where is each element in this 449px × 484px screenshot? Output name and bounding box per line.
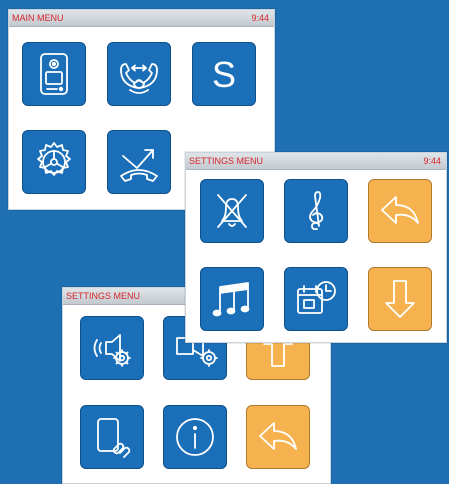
back-button[interactable] — [368, 179, 432, 243]
speaker-settings-button[interactable] — [80, 316, 144, 380]
date-time-button[interactable] — [284, 267, 348, 331]
s-letter-text: S — [212, 54, 236, 95]
screen-title: SETTINGS MENU — [66, 291, 141, 301]
device-link-icon — [97, 418, 131, 458]
ringtone-button[interactable] — [284, 179, 348, 243]
back-arrow-icon — [259, 422, 297, 450]
calendar-clock-icon — [297, 281, 336, 314]
settings-button[interactable] — [22, 130, 86, 194]
missed-call-button[interactable] — [107, 130, 171, 194]
mute-bell-icon — [217, 194, 247, 228]
s-button[interactable]: S — [192, 42, 256, 106]
screen-title: MAIN MENU — [12, 13, 64, 23]
clock: 9:44 — [251, 13, 269, 23]
screen-title: SETTINGS MENU — [189, 156, 264, 166]
speaker-settings-icon — [93, 334, 131, 367]
intercom-call-icon — [120, 63, 158, 94]
settings-menu-screen-right: SETTINGS MENU 9:44 — [185, 152, 447, 343]
back-arrow-icon — [381, 196, 419, 224]
door-intercom-icon — [40, 53, 68, 95]
back-button[interactable] — [246, 405, 310, 469]
settings-gear-icon — [37, 142, 71, 176]
title-bar: MAIN MENU 9:44 — [9, 10, 274, 27]
s-letter-icon: S — [212, 54, 236, 95]
music-notes-icon — [212, 282, 250, 317]
device-link-button[interactable] — [80, 405, 144, 469]
intercom-call-button[interactable] — [107, 42, 171, 106]
mute-ringtone-button[interactable] — [200, 179, 264, 243]
title-bar: SETTINGS MENU 9:44 — [186, 153, 446, 170]
missed-call-icon — [120, 149, 158, 182]
info-button[interactable] — [163, 405, 227, 469]
clock: 9:44 — [423, 156, 441, 166]
door-intercom-button[interactable] — [22, 42, 86, 106]
down-arrow-icon — [385, 280, 415, 318]
info-icon — [176, 418, 214, 456]
treble-clef-icon — [309, 191, 324, 231]
melody-button[interactable] — [200, 267, 264, 331]
down-arrow-button[interactable] — [368, 267, 432, 331]
